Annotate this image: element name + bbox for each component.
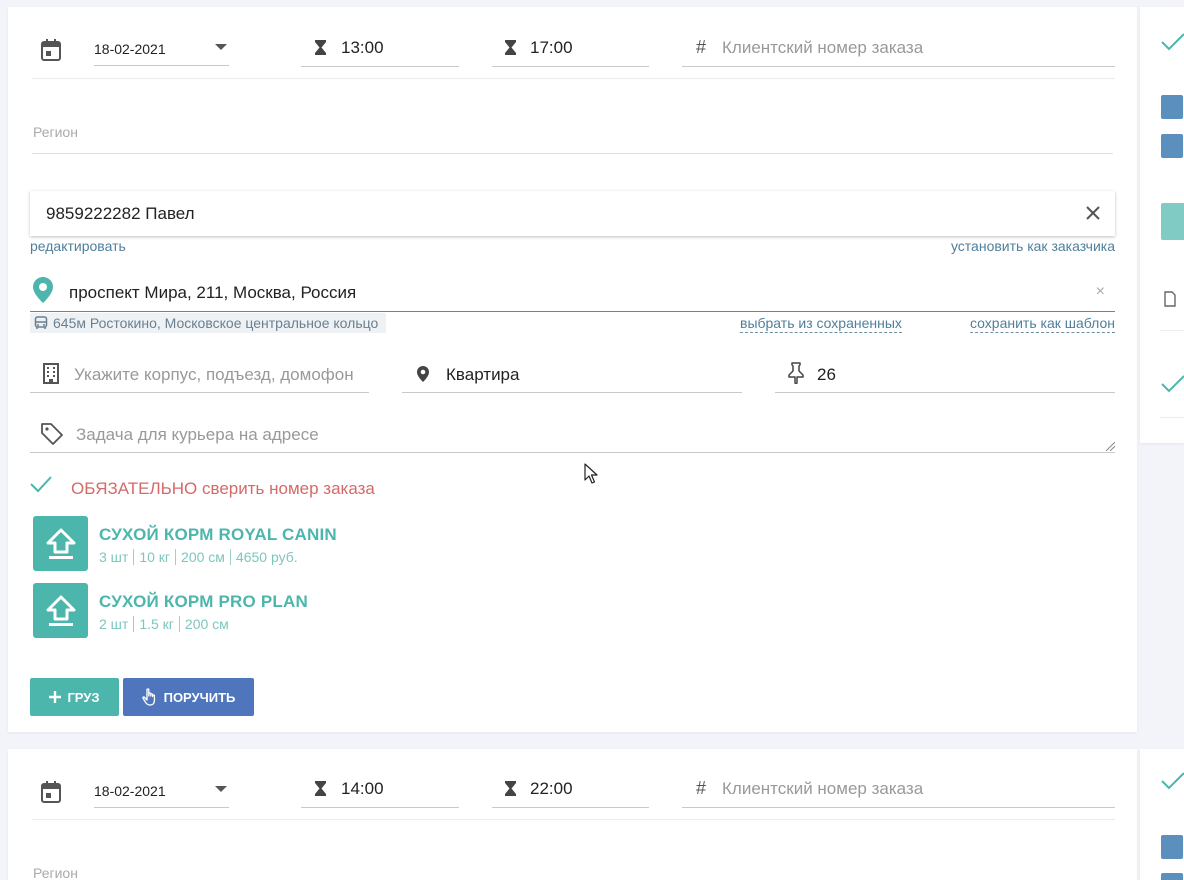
pushpin-icon	[787, 362, 805, 384]
hourglass-icon	[505, 40, 516, 55]
upload-arrow-icon	[46, 528, 76, 560]
cargo-size: 200 см	[178, 616, 234, 632]
time-to-value: 17:00	[530, 38, 573, 57]
add-cargo-label: ГРУЗ	[67, 689, 100, 705]
add-cargo-button[interactable]: ГРУЗ	[30, 678, 119, 716]
courier-task-field[interactable]: Задача для курьера на адресе	[30, 415, 1115, 453]
check-icon	[1160, 374, 1184, 394]
time-from-field[interactable]: 13:00	[301, 32, 459, 67]
courier-task-placeholder: Задача для курьера на адресе	[76, 425, 319, 444]
date-field[interactable]: 18-02-2021	[94, 777, 229, 808]
region-placeholder: Регион	[33, 865, 78, 880]
assign-label: ПОРУЧИТЬ	[163, 689, 236, 705]
apartment-value: Квартира	[446, 365, 520, 384]
hash-icon: #	[696, 778, 707, 798]
client-order-number-field[interactable]: # Клиентский номер заказа	[682, 773, 1115, 808]
side-panel-1	[1140, 7, 1184, 443]
plus-icon	[49, 691, 62, 703]
hourglass-icon	[315, 781, 326, 796]
metro-badge: 645м Ростокино, Московское центральное к…	[30, 313, 387, 333]
floor-value: 26	[817, 365, 836, 384]
address-field[interactable]: проспект Мира, 211, Москва, Россия ×	[30, 275, 1115, 312]
close-icon[interactable]	[1086, 206, 1100, 220]
region-placeholder: Регион	[33, 124, 78, 140]
divider	[32, 819, 1115, 820]
time-from-value: 14:00	[341, 779, 384, 798]
time-from-field[interactable]: 14:00	[301, 773, 459, 808]
divider	[1160, 417, 1184, 418]
location-pin-icon	[417, 366, 429, 382]
cargo-price: 4650 руб.	[229, 549, 303, 565]
chevron-down-icon[interactable]	[215, 44, 227, 52]
metro-text: 645м Ростокино, Московское центральное к…	[53, 315, 379, 331]
date-field[interactable]: 18-02-2021	[94, 35, 229, 66]
contact-value: 9859222282 Павел	[46, 204, 195, 223]
check-icon	[29, 474, 53, 494]
choose-saved-link[interactable]: выбрать из сохраненных	[740, 315, 902, 333]
order-card-1: 18-02-2021 13:00 17:00 # Клиентский номе…	[8, 7, 1137, 732]
building-field[interactable]: Укажите корпус, подъезд, домофон	[30, 355, 369, 393]
client-order-number-field[interactable]: # Клиентский номер заказа	[682, 32, 1115, 67]
assign-button[interactable]: ПОРУЧИТЬ	[123, 678, 254, 716]
hourglass-icon	[505, 781, 516, 796]
building-placeholder: Укажите корпус, подъезд, домофон	[74, 365, 354, 384]
check-icon	[1160, 32, 1184, 52]
client-order-number-placeholder: Клиентский номер заказа	[722, 38, 924, 57]
divider	[32, 78, 1115, 79]
cargo-meta: 2 шт 1.5 кг 200 см	[99, 616, 234, 632]
cargo-qty: 2 шт	[99, 616, 129, 632]
hourglass-icon	[315, 40, 326, 55]
order-card-2: 18-02-2021 14:00 22:00 # Клиентский номе…	[8, 749, 1137, 880]
clear-address-icon[interactable]: ×	[1096, 283, 1105, 301]
time-to-field[interactable]: 17:00	[492, 32, 649, 67]
cargo-qty: 3 шт	[99, 549, 129, 565]
hand-pointer-icon	[141, 688, 158, 706]
cargo-weight: 1.5 кг	[133, 616, 179, 632]
add-button[interactable]	[1161, 203, 1184, 240]
calculator-icon[interactable]	[1161, 95, 1183, 119]
set-as-customer-link[interactable]: установить как заказчика	[951, 238, 1115, 254]
bus-icon	[34, 316, 48, 330]
calculator-icon[interactable]	[1161, 835, 1183, 859]
chevron-down-icon[interactable]	[215, 786, 227, 794]
apartment-field[interactable]: Квартира	[402, 355, 742, 393]
time-to-field[interactable]: 22:00	[492, 773, 649, 808]
check-icon	[1160, 771, 1184, 791]
time-to-value: 22:00	[530, 779, 573, 798]
cargo-weight: 10 кг	[133, 549, 175, 565]
calendar-icon[interactable]	[40, 38, 62, 62]
contact-field[interactable]: 9859222282 Павел	[30, 191, 1115, 236]
cargo-size: 200 см	[175, 549, 230, 565]
edit-contact-link[interactable]: редактировать	[30, 238, 126, 254]
side-panel-2	[1140, 749, 1184, 880]
resize-handle-icon[interactable]	[1106, 442, 1115, 451]
cargo-title[interactable]: СУХОЙ КОРМ PRO PLAN	[99, 592, 308, 612]
calculator-icon[interactable]	[1161, 134, 1183, 158]
cargo-upload-button[interactable]	[33, 583, 88, 638]
cargo-meta: 3 шт 10 кг 200 см 4650 руб.	[99, 549, 303, 565]
calculator-icon[interactable]	[1161, 873, 1183, 880]
cargo-upload-button[interactable]	[33, 516, 88, 571]
client-order-number-placeholder: Клиентский номер заказа	[722, 779, 924, 798]
document-icon[interactable]	[1164, 291, 1176, 307]
building-icon	[42, 363, 60, 384]
order-note: ОБЯЗАТЕЛЬНО сверить номер заказа	[71, 479, 375, 498]
region-field[interactable]: Регион	[32, 119, 1113, 154]
calendar-icon[interactable]	[40, 780, 62, 804]
floor-field[interactable]: 26	[775, 355, 1115, 393]
date-value: 18-02-2021	[94, 41, 166, 57]
save-template-link[interactable]: сохранить как шаблон	[970, 315, 1115, 333]
upload-arrow-icon	[46, 595, 76, 627]
divider	[1160, 330, 1184, 331]
cursor-icon	[584, 463, 598, 485]
hash-icon: #	[696, 37, 707, 57]
date-value: 18-02-2021	[94, 783, 166, 799]
tag-icon	[40, 421, 64, 445]
time-from-value: 13:00	[341, 38, 384, 57]
address-value: проспект Мира, 211, Москва, Россия	[69, 283, 357, 302]
cargo-title[interactable]: СУХОЙ КОРМ ROYAL CANIN	[99, 525, 337, 545]
map-pin-icon	[33, 277, 53, 303]
